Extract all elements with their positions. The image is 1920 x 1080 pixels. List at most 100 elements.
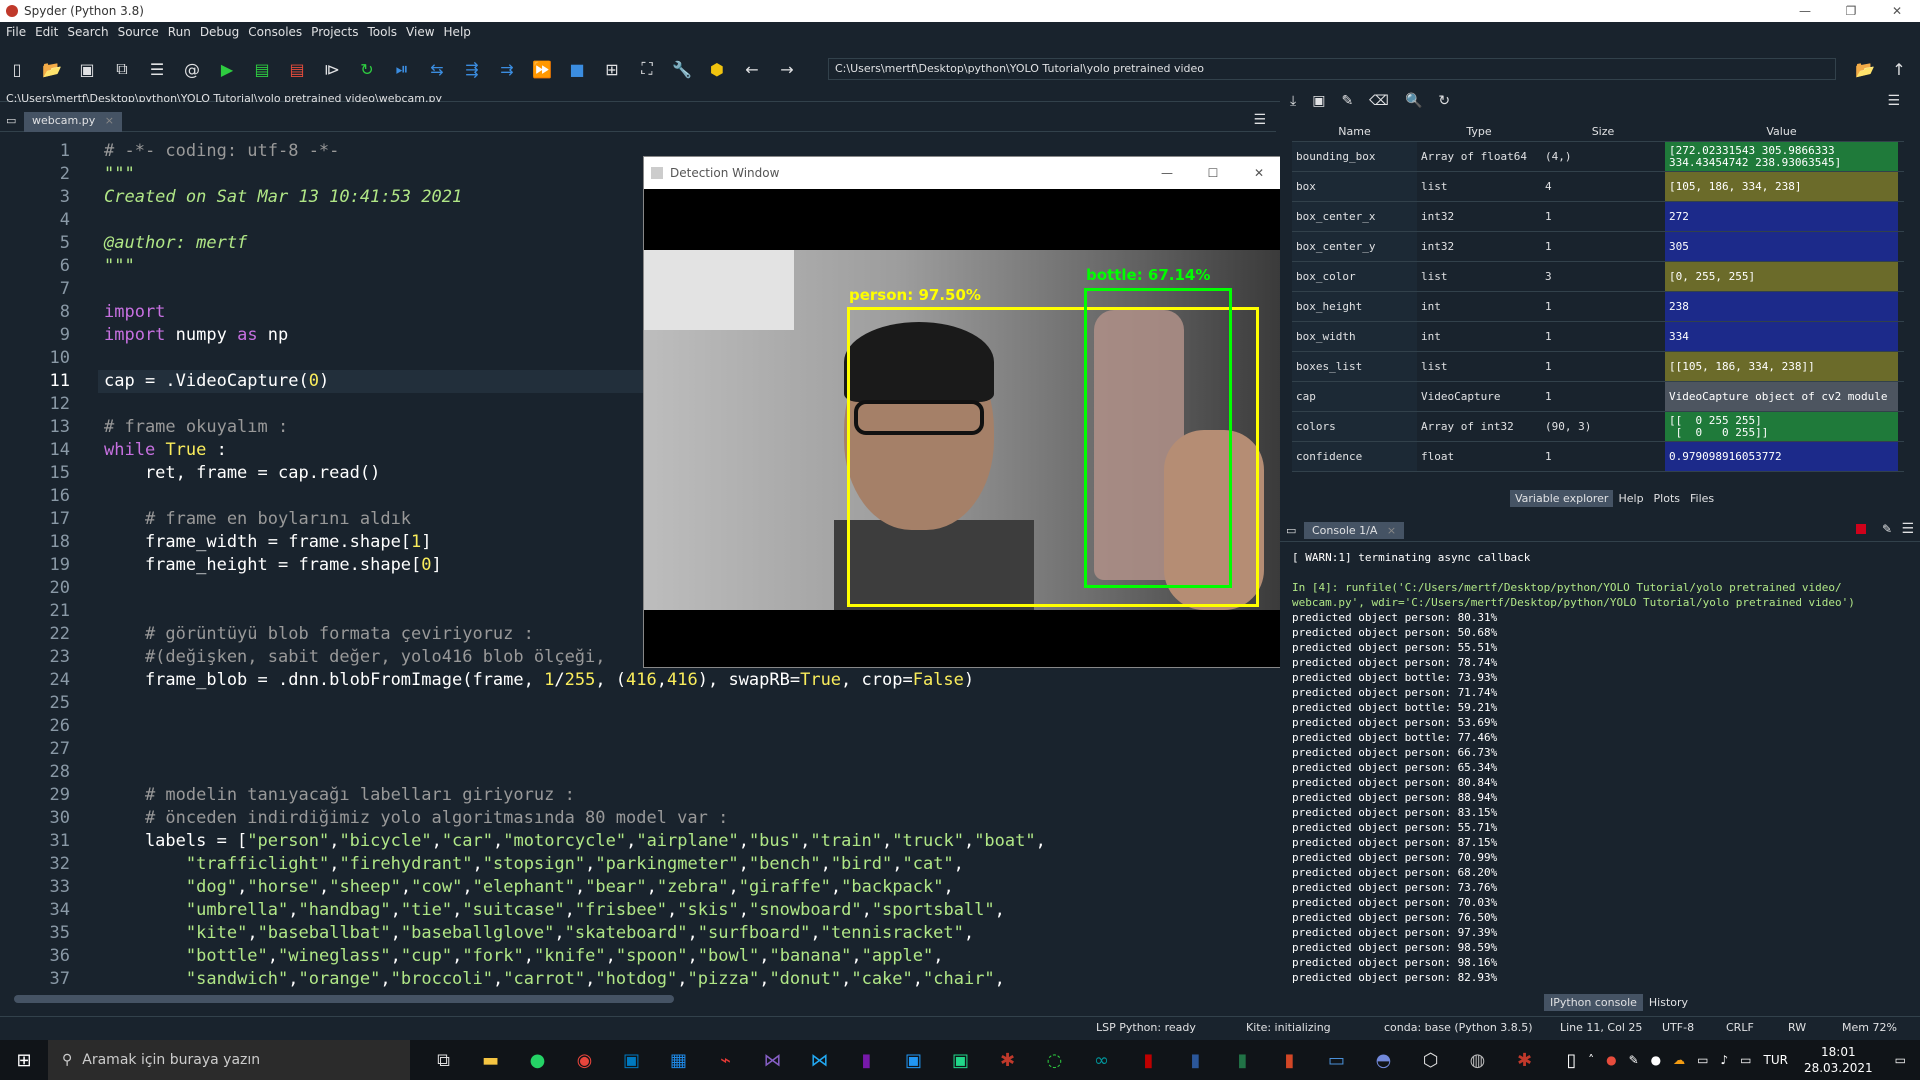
stop-icon[interactable]: ■ [566, 58, 588, 80]
clock[interactable]: 18:01 28.03.2021 [1804, 1044, 1873, 1076]
task-view-icon[interactable]: ⧉ [420, 1050, 467, 1071]
tray-pen-icon[interactable]: ✎ [1629, 1053, 1639, 1067]
working-directory-input[interactable]: C:\Users\mertf\Desktop\python\YOLO Tutor… [828, 58, 1836, 80]
calendar-icon[interactable]: ▦ [655, 1050, 702, 1071]
python-path-icon[interactable]: ⬢ [706, 58, 728, 80]
tray-circle-icon[interactable]: ● [1651, 1053, 1661, 1067]
debug-icon[interactable]: ⏯ [391, 58, 413, 80]
code-line[interactable] [104, 715, 1254, 738]
outline-icon[interactable]: ☰ [146, 58, 168, 80]
save-data-icon[interactable]: ▣ [1312, 93, 1325, 109]
code-line[interactable]: # modelin tanıyacağı labelları giriyoruz… [104, 784, 1254, 807]
browse-folder-icon[interactable]: 📂 [1854, 58, 1876, 80]
windows-start-icon[interactable]: ⊞ [0, 1040, 48, 1080]
notification-icon[interactable]: ▭ [1895, 1053, 1906, 1067]
horizontal-scrollbar[interactable] [14, 995, 1254, 1005]
menu-view[interactable]: View [406, 25, 434, 39]
arduino-icon[interactable]: ∞ [1078, 1050, 1125, 1071]
open-file-icon[interactable]: 📂 [41, 58, 63, 80]
maximize-button[interactable]: ❐ [1828, 0, 1874, 22]
forward-icon[interactable]: → [776, 58, 798, 80]
tab-plots[interactable]: Plots [1649, 490, 1685, 507]
parent-directory-icon[interactable]: ↑ [1888, 58, 1910, 80]
run-cell-advance-icon[interactable]: ▤ [286, 58, 308, 80]
variable-row[interactable]: boxes_list list 1 [[105, 186, 334, 238]] [1292, 352, 1904, 382]
battery-icon[interactable]: ▭ [1740, 1053, 1751, 1067]
variable-row[interactable]: colors Array of int32 (90, 3) [[ 0 255 255]… [1292, 412, 1904, 442]
tab-console[interactable]: Console 1/A × [1304, 522, 1405, 539]
code-line[interactable]: # önceden indirdiğimiz yolo algoritmasın… [104, 807, 1254, 830]
detection-window[interactable]: Detection Window — ☐ ✕ person: 97.50% bo… [643, 156, 1283, 668]
kite-status[interactable]: Kite: initializing [1246, 1021, 1331, 1034]
back-icon[interactable]: ← [741, 58, 763, 80]
close-tab-icon[interactable]: × [105, 114, 114, 127]
whatsapp-icon[interactable]: ● [514, 1050, 561, 1071]
menu-consoles[interactable]: Consoles [248, 25, 302, 39]
chrome-icon[interactable]: ◉ [561, 1050, 608, 1071]
menu-help[interactable]: Help [444, 25, 471, 39]
tab-list-icon[interactable]: ▭ [6, 114, 16, 127]
language-indicator[interactable]: TUR [1763, 1053, 1787, 1067]
network-icon[interactable]: ▭ [1697, 1053, 1708, 1067]
code-line[interactable] [104, 692, 1254, 715]
variable-row[interactable]: cap VideoCapture 1 VideoCapture object of c… [1292, 382, 1904, 412]
app-circle-icon[interactable]: ◍ [1454, 1050, 1501, 1071]
pycharm-icon[interactable]: ▣ [937, 1050, 984, 1071]
run-selection-icon[interactable]: ⧐ [321, 58, 343, 80]
jetbrains-icon[interactable]: ▣ [890, 1050, 937, 1071]
trello-icon[interactable]: ▣ [608, 1050, 655, 1071]
code-line[interactable]: frame_blob = .dnn.blobFromImage(frame, 1… [104, 669, 1254, 692]
code-line[interactable]: labels = ["person","bicycle","car","moto… [104, 830, 1254, 853]
rerun-icon[interactable]: ↻ [356, 58, 378, 80]
menu-debug[interactable]: Debug [200, 25, 239, 39]
volume-icon[interactable]: ♪ [1720, 1053, 1728, 1067]
word-icon[interactable]: ▮ [1172, 1050, 1219, 1071]
variable-row[interactable]: box_width int 1 334 [1292, 322, 1904, 352]
code-line[interactable]: "kite","baseballbat","baseballglove","sk… [104, 922, 1254, 945]
detection-maximize-button[interactable]: ☐ [1190, 157, 1236, 189]
screen-app-icon[interactable]: ▭ [1313, 1050, 1360, 1071]
step-icon[interactable]: ⇆ [426, 58, 448, 80]
code-line[interactable]: "sandwich","orange","broccoli","carrot",… [104, 968, 1254, 991]
run-icon[interactable]: ▶ [216, 58, 238, 80]
fullscreen-icon[interactable]: ⛶ [636, 58, 658, 80]
editor-options-icon[interactable]: ☰ [1253, 112, 1266, 128]
refresh-icon[interactable]: ↻ [1438, 93, 1450, 109]
scrollbar-thumb[interactable] [14, 995, 674, 1003]
interrupt-kernel-icon[interactable] [1856, 524, 1866, 534]
search-icon[interactable]: 🔍 [1405, 93, 1422, 109]
save-all-icon[interactable]: ⧉ [111, 58, 133, 80]
console-list-icon[interactable]: ▭ [1286, 524, 1296, 537]
filezilla-icon[interactable]: ▮ [1125, 1050, 1172, 1071]
sync-icon[interactable]: ◌ [1031, 1050, 1078, 1071]
menu-search[interactable]: Search [67, 25, 108, 39]
vscode-icon[interactable]: ⋈ [796, 1050, 843, 1071]
menu-tools[interactable]: Tools [367, 25, 397, 39]
close-console-icon[interactable]: × [1387, 524, 1396, 537]
variable-row[interactable]: box_height int 1 238 [1292, 292, 1904, 322]
pane-options-icon[interactable]: ☰ [1887, 93, 1900, 109]
tab-webcam[interactable]: webcam.py × [24, 112, 122, 132]
header-type[interactable]: Type [1417, 122, 1541, 141]
ipython-console-output[interactable]: [ WARN:1] terminating async callback In [… [1292, 550, 1892, 990]
powerpoint-icon[interactable]: ▮ [1266, 1050, 1313, 1071]
step-return-icon[interactable]: ⇉ [496, 58, 518, 80]
code-line[interactable] [104, 761, 1254, 784]
menu-edit[interactable]: Edit [35, 25, 58, 39]
tools-icon[interactable]: 🔧 [671, 58, 693, 80]
code-line[interactable]: "trafficlight","firehydrant","stopsign",… [104, 853, 1254, 876]
tab-ipython-console[interactable]: IPython console [1544, 994, 1643, 1011]
variable-row[interactable]: box list 4 [105, 186, 334, 238] [1292, 172, 1904, 202]
close-button[interactable]: ✕ [1874, 0, 1920, 22]
tab-help[interactable]: Help [1613, 490, 1648, 507]
variable-row[interactable]: box_center_y int32 1 305 [1292, 232, 1904, 262]
minimize-button[interactable]: — [1782, 0, 1828, 22]
continue-icon[interactable]: ⏩ [531, 58, 553, 80]
tray-chevron-icon[interactable]: ˄ [1588, 1053, 1594, 1067]
header-name[interactable]: Name [1292, 122, 1417, 141]
code-line[interactable]: "dog","horse","sheep","cow","elephant","… [104, 876, 1254, 899]
acrobat-icon[interactable]: ⌁ [702, 1050, 749, 1071]
new-file-icon[interactable]: ▯ [6, 58, 28, 80]
step-into-icon[interactable]: ⇶ [461, 58, 483, 80]
clear-console-icon[interactable]: ✎ [1882, 522, 1892, 536]
